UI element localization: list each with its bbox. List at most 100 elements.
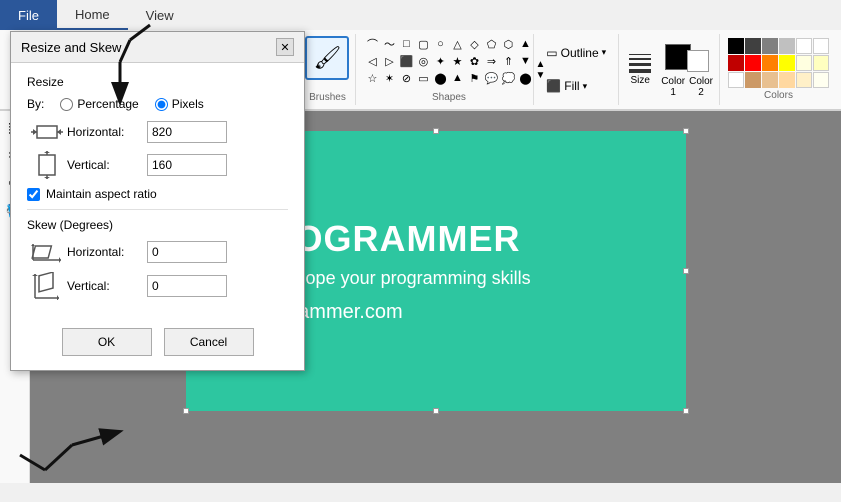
shape-wave[interactable]: 〜 [381,36,397,52]
skew-v-input[interactable] [147,275,227,297]
skew-h-row: Horizontal: [30,240,288,264]
outline-label: Outline [561,46,599,60]
shape-r2-4[interactable]: ◎ [415,53,431,69]
palette-orange[interactable] [762,55,778,71]
shape-diamond[interactable]: ◇ [466,36,482,52]
shape-curve[interactable]: ⌒ [364,36,380,52]
shape-r3-1[interactable]: ☆ [364,70,380,86]
palette-red1[interactable] [728,55,744,71]
outline-icon: ▭ [546,46,557,60]
handle-mr[interactable] [683,268,689,274]
shape-arrow-scroll[interactable]: ▲ [517,36,533,52]
line1 [629,54,651,55]
shape-pentagon[interactable]: ⬠ [483,36,499,52]
palette-tan[interactable] [762,72,778,88]
palette-black[interactable] [728,38,744,54]
palette-ivory[interactable] [813,72,829,88]
skew-h-input[interactable] [147,241,227,263]
skew-v-icon [30,272,67,300]
size-label: Size [630,75,649,86]
resize-h-row: Horizontal: [30,121,288,143]
divider [30,209,288,210]
shape-r3-10[interactable]: ⬤ [517,70,533,86]
shape-r3-9[interactable]: 💭 [500,70,516,86]
line3 [629,63,651,66]
skew-h-label: Horizontal: [67,245,147,259]
size-button[interactable]: Size [625,36,655,103]
palette-yellow[interactable] [779,55,795,71]
palette-white1[interactable] [796,38,812,54]
shapes-grid: ⌒ 〜 □ ▢ ○ △ ◇ ⬠ ⬡ ▲ ◁ ▷ ⬛ ◎ ✦ ★ [364,36,533,86]
maintain-aspect-row: Maintain aspect ratio [30,187,288,201]
resize-v-icon [30,151,67,179]
color1-label: Color 1 [661,76,685,98]
shape-r2-5[interactable]: ✦ [432,53,448,69]
skew-v-label: Vertical: [67,279,147,293]
tab-view[interactable]: View [128,0,192,30]
palette-buff[interactable] [796,72,812,88]
palette-brown1[interactable] [728,72,744,88]
shape-r3-3[interactable]: ⊘ [398,70,414,86]
palette-ltyellow[interactable] [796,55,812,71]
palette-brown2[interactable] [745,72,761,88]
brushes-button[interactable]: 🖌 [305,36,349,80]
maintain-aspect-checkbox[interactable] [30,188,40,201]
shape-hex[interactable]: ⬡ [500,36,516,52]
colors-palette: Colors [720,34,837,105]
handle-bm[interactable] [433,408,439,414]
handle-tr[interactable] [683,128,689,134]
shape-r3-5[interactable]: ⬤ [432,70,448,86]
shape-rect[interactable]: □ [398,36,414,52]
shape-r2-1[interactable]: ◁ [364,53,380,69]
shape-r2-2[interactable]: ▷ [381,53,397,69]
fill-arrow: ▾ [583,81,588,92]
shape-r2-10[interactable]: ▼ [517,53,533,69]
shape-r3-2[interactable]: ✶ [381,70,397,86]
shape-r2-6[interactable]: ★ [449,53,465,69]
shape-r2-7[interactable]: ✿ [466,53,482,69]
shape-r3-8[interactable]: 💬 [483,70,499,86]
resize-h-label: Horizontal: [67,125,147,139]
handle-tm[interactable] [433,128,439,134]
color2-swatch[interactable] [687,50,709,72]
shape-ellipse[interactable]: ○ [432,36,448,52]
tab-home[interactable]: Home [57,0,128,30]
palette-darkgray[interactable] [745,38,761,54]
skew-v-row: Vertical: [30,272,288,300]
dialog-overlay: Resize and Skew ✕ Resize By: Percentage [30,111,305,371]
skew-h-icon [30,240,67,264]
handle-bl[interactable] [183,408,189,414]
shape-triangle[interactable]: △ [449,36,465,52]
palette-white2[interactable] [813,38,829,54]
shape-r3-4[interactable]: ▭ [415,70,431,86]
palette-peach[interactable] [779,72,795,88]
handle-br[interactable] [683,408,689,414]
size-lines [629,54,651,73]
shape-r2-9[interactable]: ⇑ [500,53,516,69]
outline-arrow: ▾ [602,47,607,58]
line4 [629,69,651,73]
line2 [629,58,651,60]
palette-red2[interactable] [745,55,761,71]
resize-v-input[interactable] [147,154,227,176]
ok-button[interactable]: OK [62,328,152,356]
resize-h-icon [30,121,67,143]
color-swatch-row [665,42,709,72]
palette-lightgray[interactable] [779,38,795,54]
maintain-aspect-label: Maintain aspect ratio [46,187,157,201]
shape-rounded-rect[interactable]: ▢ [415,36,431,52]
tab-file[interactable]: File [0,0,57,30]
shape-r3-6[interactable]: ▲ [449,70,465,86]
palette-grid [728,38,829,88]
resize-h-input[interactable] [147,121,227,143]
palette-cream[interactable] [813,55,829,71]
ribbon-tabs: File Home View [0,0,841,30]
outline-dropdown[interactable]: ▭ Outline ▾ [542,44,610,62]
cancel-button[interactable]: Cancel [164,328,254,356]
fill-dropdown[interactable]: ⬛ Fill ▾ [542,77,610,95]
fill-icon: ⬛ [546,79,561,93]
palette-gray[interactable] [762,38,778,54]
shape-r3-7[interactable]: ⚑ [466,70,482,86]
shape-r2-8[interactable]: ⇒ [483,53,499,69]
shape-r2-3[interactable]: ⬛ [398,53,414,69]
